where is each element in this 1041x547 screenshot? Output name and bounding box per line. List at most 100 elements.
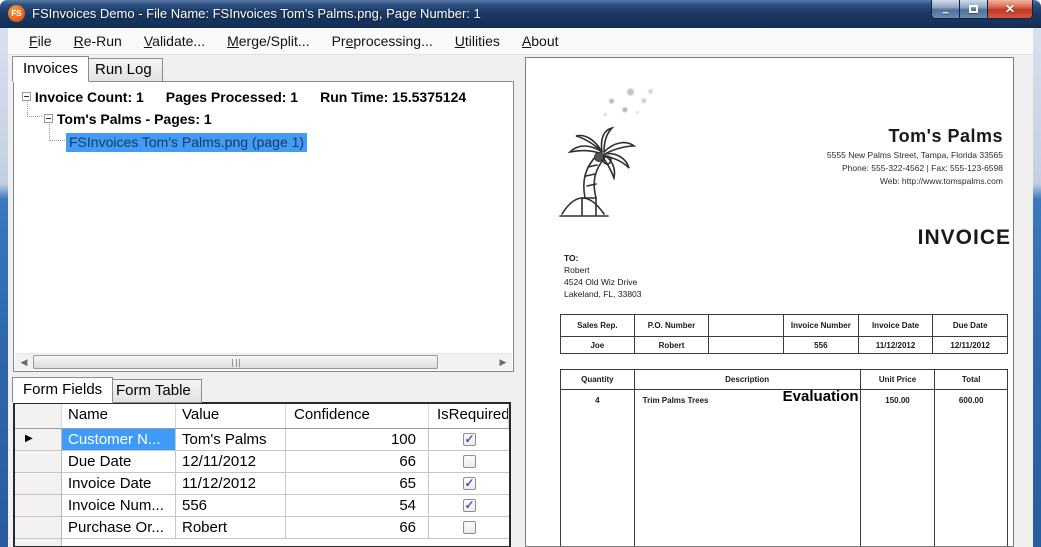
table-row[interactable]: Invoice Date 11/12/2012 65 (15, 473, 509, 495)
cell-isrequired[interactable] (429, 429, 509, 451)
tab-invoices[interactable]: Invoices (12, 56, 90, 82)
close-button[interactable]: ✕ (988, 0, 1033, 19)
cell-isrequired[interactable] (429, 517, 509, 539)
window-controls: – ✕ (931, 0, 1033, 19)
cell-value[interactable]: Tom's Palms (176, 429, 286, 451)
info-cell-blank (709, 336, 785, 353)
to-name: Robert (564, 265, 590, 275)
menu-rerun[interactable]: Re-Run (65, 30, 131, 52)
invoice-tree-panel: Invoice Count: 1 Pages Processed: 1 Run Ti… (13, 81, 514, 372)
column-header-value[interactable]: Value (176, 404, 286, 428)
row-header[interactable] (15, 473, 62, 495)
isrequired-checkbox[interactable] (462, 498, 476, 512)
to-city: Lakeland, FL, 33803 (564, 289, 642, 299)
form-fields-grid: Name Value Confidence IsRequired ▶ Custo… (13, 402, 511, 547)
item-description: Trim Palms Trees Evaluation (634, 389, 861, 546)
close-icon: ✕ (1004, 2, 1016, 16)
items-header-quantity: Quantity (561, 370, 635, 389)
cell-name[interactable]: Purchase Or... (62, 517, 176, 539)
menu-validate[interactable]: Validate... (135, 30, 214, 52)
invoice-preview[interactable]: Tom's Palms 5555 New Palms Street, Tampa… (525, 57, 1014, 547)
company-phone-fax: Phone: 555-322-4562 | Fax: 555-123-6598 (842, 163, 1003, 173)
row-header[interactable] (15, 517, 62, 539)
item-quantity: 4 (561, 389, 635, 546)
table-row[interactable]: Purchase Or... Robert 66 (15, 517, 509, 539)
window-title: FSInvoices Demo - File Name: FSInvoices … (32, 6, 481, 21)
cell-value[interactable]: 11/12/2012 (176, 473, 286, 495)
cell-value[interactable]: Robert (176, 517, 286, 539)
isrequired-checkbox[interactable] (462, 476, 476, 490)
cell-name[interactable]: Due Date (62, 451, 176, 473)
company-address: 5555 New Palms Street, Tampa, Florida 33… (826, 150, 1003, 160)
table-row[interactable]: ▶ Customer N... Tom's Palms 100 (15, 429, 509, 451)
items-header-unit-price: Unit Price (861, 370, 936, 389)
window-border-right (1033, 28, 1041, 547)
cell-isrequired[interactable] (429, 451, 509, 473)
cell-confidence[interactable]: 100 (286, 429, 429, 451)
isrequired-checkbox[interactable] (462, 455, 476, 468)
row-header[interactable] (15, 451, 62, 473)
cell-name[interactable]: Invoice Date (62, 473, 176, 495)
to-street: 4524 Old Wiz Drive (564, 277, 638, 287)
tab-run-log[interactable]: Run Log (84, 58, 163, 82)
grid-header-row: Name Value Confidence IsRequired (15, 404, 509, 429)
column-header-isrequired[interactable]: IsRequired (429, 404, 509, 428)
tab-form-fields[interactable]: Form Fields (12, 377, 114, 403)
menu-preprocessing[interactable]: Preprocessing... (323, 30, 442, 52)
invoice-title: INVOICE (917, 226, 1011, 249)
row-header[interactable]: ▶ (15, 429, 62, 451)
item-total: 600.00 (935, 389, 1007, 546)
cell-name[interactable]: Customer N... (62, 429, 176, 451)
cell-confidence[interactable]: 54 (286, 495, 429, 517)
menu-merge-split[interactable]: Merge/Split... (218, 30, 319, 52)
scroll-right-icon[interactable]: ▶ (496, 356, 510, 369)
isrequired-checkbox[interactable] (462, 521, 476, 534)
scroll-left-icon[interactable]: ◀ (17, 356, 31, 369)
isrequired-checkbox[interactable] (462, 432, 476, 446)
menu-about[interactable]: About (513, 30, 568, 52)
cell-isrequired[interactable] (429, 473, 509, 495)
item-unit-price: 150.00 (860, 389, 936, 546)
tab-form-table[interactable]: Form Table (105, 379, 202, 403)
info-header: P.O. Number (635, 315, 710, 336)
info-cell-due-date: 12/11/2012 (933, 336, 1008, 353)
scan-smudge-artifact (585, 76, 671, 130)
info-header: Due Date (952, 321, 988, 330)
tree-horizontal-scrollbar[interactable]: ◀ ▶ (15, 353, 512, 370)
scrollbar-thumb[interactable] (33, 355, 438, 369)
cell-value[interactable]: 556 (176, 495, 286, 517)
table-row (15, 539, 509, 546)
cell-confidence[interactable]: 66 (286, 451, 429, 473)
main-content: Invoices Run Log Invoice Count: 1 Pages P… (8, 55, 1033, 547)
tree-connector (27, 102, 42, 117)
menu-file[interactable]: File (20, 30, 61, 52)
app-icon: FS (8, 5, 25, 22)
tree-leaf-selected[interactable]: FSInvoices Tom's Palms.png (page 1) (66, 133, 308, 152)
info-cell-po-number: Robert (634, 336, 710, 353)
cell-confidence[interactable]: 66 (286, 517, 429, 539)
cell-confidence[interactable]: 65 (286, 473, 429, 495)
menu-utilities[interactable]: Utilities (446, 30, 509, 52)
titlebar[interactable]: FS FSInvoices Demo - File Name: FSInvoic… (0, 0, 1041, 28)
current-row-arrow-icon: ▶ (25, 433, 33, 444)
items-header-total: Total (961, 375, 981, 384)
maximize-button[interactable] (960, 0, 988, 19)
app-window: FS FSInvoices Demo - File Name: FSInvoic… (0, 0, 1041, 547)
info-header: Invoice Number (784, 315, 859, 336)
tree-root-node[interactable]: Invoice Count: 1 Pages Processed: 1 Run Ti… (22, 89, 488, 105)
row-header[interactable] (15, 495, 62, 517)
table-row[interactable]: Invoice Num... 556 54 (15, 495, 509, 517)
column-header-name[interactable]: Name (62, 404, 176, 428)
minimize-button[interactable]: – (931, 0, 960, 19)
collapse-icon[interactable] (22, 92, 31, 101)
row-header (15, 539, 62, 546)
cell-value[interactable]: 12/11/2012 (176, 451, 286, 473)
column-header-confidence[interactable]: Confidence (286, 404, 429, 428)
cell-isrequired[interactable] (429, 495, 509, 517)
window-border-left (0, 28, 8, 547)
collapse-icon[interactable] (44, 114, 53, 123)
info-cell-sales-rep: Joe (561, 336, 635, 353)
maximize-icon (969, 5, 978, 13)
table-row[interactable]: Due Date 12/11/2012 66 (15, 451, 509, 473)
cell-name[interactable]: Invoice Num... (62, 495, 176, 517)
